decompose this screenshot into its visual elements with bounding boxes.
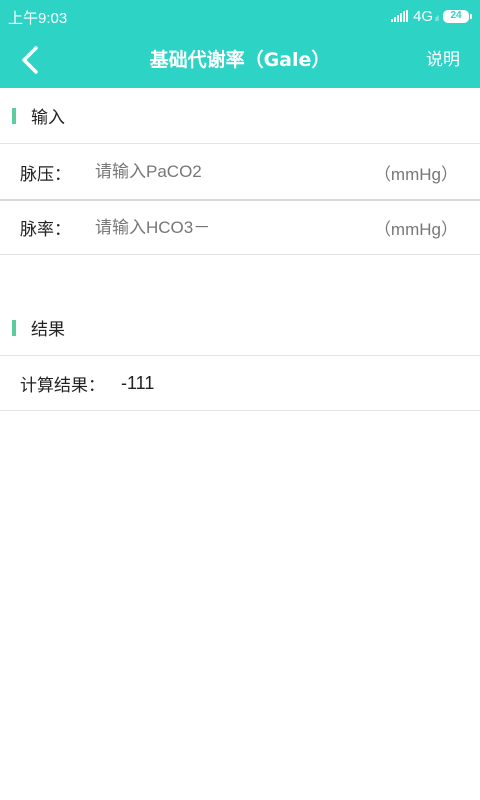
app-header: 基础代谢率（Gale） 说明 <box>0 32 480 88</box>
pulse-rate-label: 脉率： <box>20 220 71 240</box>
pulse-rate-unit: （mmHg） <box>373 220 458 239</box>
status-indicators: 4G ıl 24 <box>391 6 472 26</box>
input-section-title: 输入 <box>31 108 65 128</box>
pulse-pressure-input[interactable] <box>95 157 374 187</box>
result-value: -111 <box>121 373 155 393</box>
battery-tip <box>470 13 472 19</box>
screen: 上午9:03 4G ıl 24 基础代谢率（Gale） 说明 输入 脉压： 请输… <box>0 0 480 800</box>
battery-level: 24 <box>450 10 462 21</box>
pulse-pressure-unit: （mmHg） <box>373 164 458 184</box>
result-section-title: 结果 <box>31 320 65 340</box>
result-section-header: 结果 <box>0 300 480 356</box>
input-section-header: 输入 <box>0 88 480 144</box>
status-bar: 上午9:03 4G ıl 24 <box>0 0 480 32</box>
pulse-rate-input[interactable] <box>95 212 374 243</box>
battery-icon: 24 <box>443 9 469 23</box>
page-title: 基础代谢率（Gale） <box>149 49 331 71</box>
result-row: 计算结果： -111 <box>0 357 480 411</box>
network-type: 4G <box>413 7 434 25</box>
help-button[interactable]: 说明 <box>426 32 460 88</box>
section-marker <box>12 319 16 336</box>
section-marker <box>12 107 16 124</box>
network-activity: ıl <box>435 15 439 23</box>
status-time: 上午9:03 <box>8 10 68 27</box>
result-label: 计算结果： <box>20 376 105 396</box>
pulse-pressure-label: 脉压： <box>20 164 71 185</box>
pulse-rate-row: 脉率： （mmHg） <box>0 201 480 255</box>
signal-icon <box>391 10 409 22</box>
pulse-pressure-row: 脉压： （mmHg） <box>0 145 480 199</box>
